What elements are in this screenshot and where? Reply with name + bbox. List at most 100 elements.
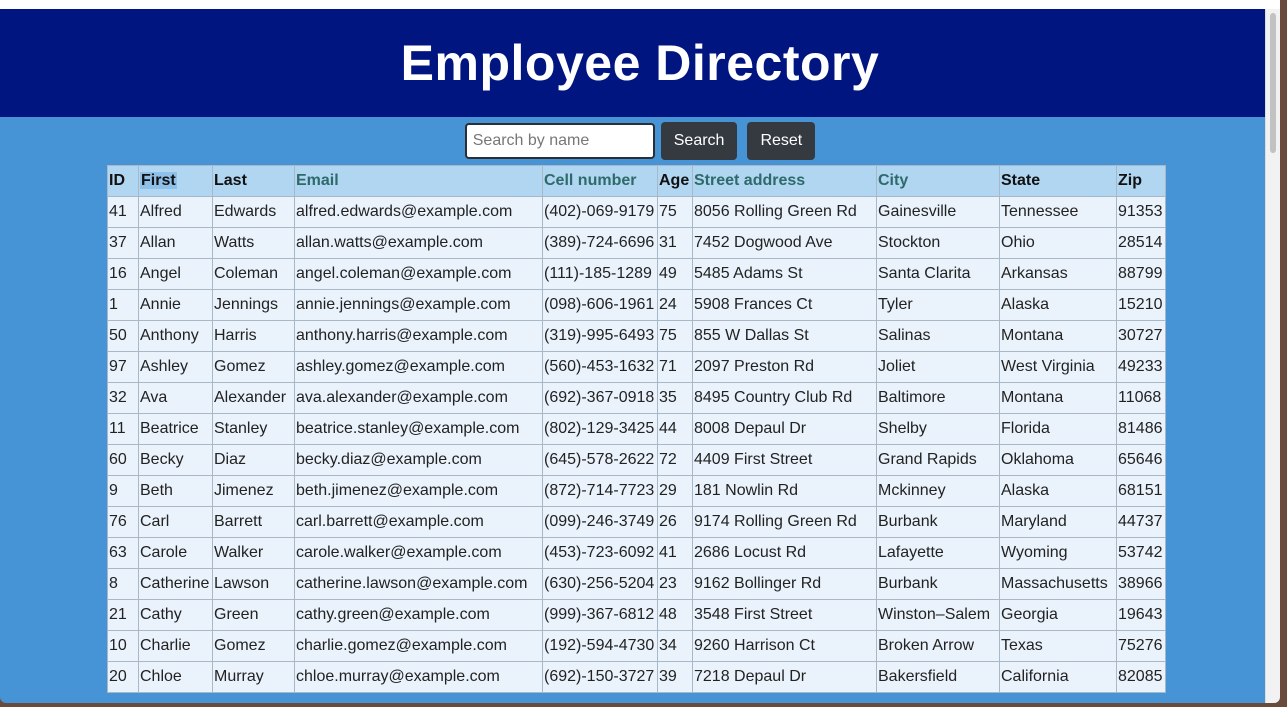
- cell-phone: (872)-714-7723: [542, 475, 658, 507]
- cell-phone: (098)-606-1961: [542, 289, 658, 321]
- table-body: 41 Alfred Edwards alfred.edwards@example.co…: [107, 196, 1166, 693]
- table-row: 21 Cathy Green cathy.green@example.com (999)…: [107, 599, 1166, 631]
- scrollbar-thumb[interactable]: [1270, 13, 1276, 153]
- cell-street: 4409 First Street: [692, 444, 877, 476]
- table-row: 50 Anthony Harris anthony.harris@example.co…: [107, 320, 1166, 352]
- cell-last: Stanley: [212, 413, 295, 445]
- cell-city: Mckinney: [876, 475, 1000, 507]
- cell-street: 2686 Locust Rd: [692, 537, 877, 569]
- column-header-age[interactable]: Age: [657, 165, 693, 197]
- table-row: 20 Chloe Murray chloe.murray@example.com (69…: [107, 661, 1166, 693]
- column-header-first[interactable]: First: [138, 165, 213, 197]
- cell-age: 26: [657, 506, 693, 538]
- column-header-email[interactable]: Email: [294, 165, 543, 197]
- cell-last: Jimenez: [212, 475, 295, 507]
- column-header-id[interactable]: ID: [107, 165, 139, 197]
- cell-zip: 49233: [1116, 351, 1166, 383]
- cell-age: 71: [657, 351, 693, 383]
- cell-last: Barrett: [212, 506, 295, 538]
- cell-phone: (630)-256-5204: [542, 568, 658, 600]
- cell-street: 8008 Depaul Dr: [692, 413, 877, 445]
- cell-street: 7452 Dogwood Ave: [692, 227, 877, 259]
- cell-first: Carl: [138, 506, 213, 538]
- search-button[interactable]: Search: [660, 122, 738, 160]
- cell-zip: 68151: [1116, 475, 1166, 507]
- cell-id: 20: [107, 661, 139, 693]
- table-row: 16 Angel Coleman angel.coleman@example.com(…: [107, 258, 1166, 290]
- table-row: 41 Alfred Edwards alfred.edwards@example.co…: [107, 196, 1166, 228]
- cell-last: Edwards: [212, 196, 295, 228]
- table-row: 76 Carl Barrett carl.barrett@example.com (09…: [107, 506, 1166, 538]
- reset-button[interactable]: Reset: [747, 122, 816, 160]
- page-title: Employee Directory: [400, 35, 880, 91]
- cell-id: 10: [107, 630, 139, 662]
- cell-email: ava.alexander@example.com: [294, 382, 543, 414]
- table-row: 10 Charlie Gomez charlie.gomez@example.com(…: [107, 630, 1166, 662]
- cell-state: Ohio: [999, 227, 1117, 259]
- cell-id: 1: [107, 289, 139, 321]
- cell-zip: 65646: [1116, 444, 1166, 476]
- search-input[interactable]: [464, 123, 655, 159]
- cell-city: Santa Clarita: [876, 258, 1000, 290]
- cell-email: becky.diaz@example.com: [294, 444, 543, 476]
- cell-street: 5485 Adams St: [692, 258, 877, 290]
- vertical-scrollbar[interactable]: [1265, 9, 1280, 703]
- cell-street: 181 Nowlin Rd: [692, 475, 877, 507]
- column-header-last[interactable]: Last: [212, 165, 295, 197]
- cell-age: 48: [657, 599, 693, 631]
- cell-city: Salinas: [876, 320, 1000, 352]
- browser-window: Employee Directory Search Reset ID First…: [0, 0, 1280, 703]
- cell-zip: 30727: [1116, 320, 1166, 352]
- cell-city: Broken Arrow: [876, 630, 1000, 662]
- cell-first: Chloe: [138, 661, 213, 693]
- cell-email: carl.barrett@example.com: [294, 506, 543, 538]
- cell-id: 16: [107, 258, 139, 290]
- cell-age: 31: [657, 227, 693, 259]
- cell-city: Stockton: [876, 227, 1000, 259]
- table-row: 8 Catherine Lawson catherine.lawson@example…: [107, 568, 1166, 600]
- cell-age: 72: [657, 444, 693, 476]
- cell-first: Ava: [138, 382, 213, 414]
- cell-street: 855 W Dallas St: [692, 320, 877, 352]
- cell-first: Alfred: [138, 196, 213, 228]
- cell-city: Grand Rapids: [876, 444, 1000, 476]
- cell-first: Carole: [138, 537, 213, 569]
- cell-email: allan.watts@example.com: [294, 227, 543, 259]
- cell-last: Jennings: [212, 289, 295, 321]
- column-header-street[interactable]: Street address: [692, 165, 877, 197]
- cell-email: ashley.gomez@example.com: [294, 351, 543, 383]
- column-header-state[interactable]: State: [999, 165, 1117, 197]
- cell-age: 75: [657, 196, 693, 228]
- window-top-strip: [0, 0, 1280, 9]
- page-header: Employee Directory: [0, 9, 1280, 117]
- cell-zip: 19643: [1116, 599, 1166, 631]
- cell-last: Watts: [212, 227, 295, 259]
- cell-id: 97: [107, 351, 139, 383]
- cell-age: 75: [657, 320, 693, 352]
- cell-first: Becky: [138, 444, 213, 476]
- cell-last: Gomez: [212, 351, 295, 383]
- cell-zip: 75276: [1116, 630, 1166, 662]
- cell-city: Tyler: [876, 289, 1000, 321]
- table-row: 1 Annie Jennings annie.jennings@example.com…: [107, 289, 1166, 321]
- cell-id: 9: [107, 475, 139, 507]
- cell-street: 8495 Country Club Rd: [692, 382, 877, 414]
- column-header-zip[interactable]: Zip: [1116, 165, 1166, 197]
- cell-state: Oklahoma: [999, 444, 1117, 476]
- cell-city: Lafayette: [876, 537, 1000, 569]
- column-header-cell[interactable]: Cell number: [542, 165, 658, 197]
- cell-city: Winston–Salem: [876, 599, 1000, 631]
- cell-first: Beth: [138, 475, 213, 507]
- cell-zip: 15210: [1116, 289, 1166, 321]
- cell-state: Tennessee: [999, 196, 1117, 228]
- cell-id: 32: [107, 382, 139, 414]
- cell-city: Shelby: [876, 413, 1000, 445]
- cell-age: 41: [657, 537, 693, 569]
- cell-zip: 11068: [1116, 382, 1166, 414]
- table-header-row: ID First Last Email Cell number Age Stre…: [107, 165, 1166, 197]
- column-header-city[interactable]: City: [876, 165, 1000, 197]
- table-row: 9 Beth Jimenez beth.jimenez@example.com (872…: [107, 475, 1166, 507]
- cell-street: 9162 Bollinger Rd: [692, 568, 877, 600]
- cell-street: 2097 Preston Rd: [692, 351, 877, 383]
- table-row: 11 Beatrice Stanley beatrice.stanley@exampl…: [107, 413, 1166, 445]
